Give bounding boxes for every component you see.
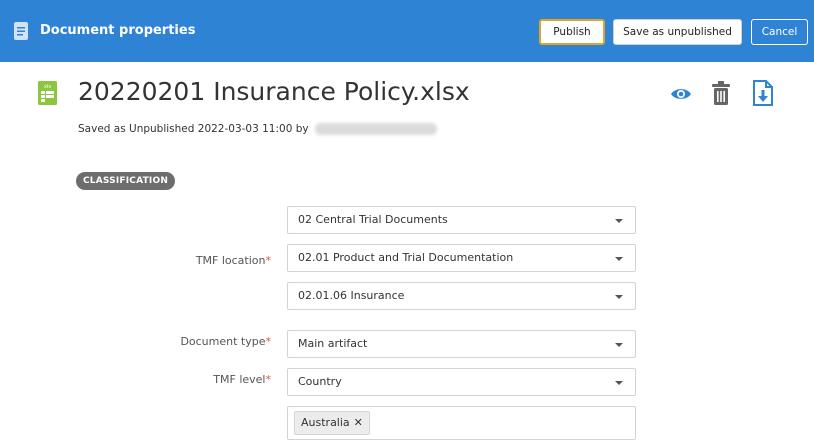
saved-status-text: Saved as Unpublished 2022-03-03 11:00 by bbox=[78, 123, 309, 135]
country-multiselect[interactable]: Australia ✕ bbox=[287, 406, 636, 440]
chevron-down-icon bbox=[615, 219, 623, 223]
chevron-down-icon bbox=[615, 343, 623, 347]
tmf-location-level3-select[interactable]: 02.01.06 Insurance bbox=[287, 282, 636, 310]
document-filename: 20220201 Insurance Policy.xlsx bbox=[78, 77, 470, 106]
tmf-level-value: Country bbox=[298, 375, 342, 388]
document-icon bbox=[14, 22, 28, 40]
tmf-location-level3-value: 02.01.06 Insurance bbox=[298, 289, 405, 302]
redacted-user-name bbox=[314, 123, 437, 135]
chevron-down-icon bbox=[615, 295, 623, 299]
svg-text:xls: xls bbox=[44, 84, 51, 90]
remove-chip-icon[interactable]: ✕ bbox=[354, 416, 363, 429]
tmf-level-select[interactable]: Country bbox=[287, 368, 636, 396]
country-chip-label: Australia bbox=[301, 416, 350, 429]
trash-icon[interactable] bbox=[712, 81, 730, 105]
chevron-down-icon bbox=[615, 257, 623, 261]
tmf-level-label: TMF level* bbox=[213, 373, 272, 386]
tmf-location-label: TMF location* bbox=[195, 254, 272, 267]
download-icon[interactable] bbox=[752, 80, 774, 106]
document-type-value: Main artifact bbox=[298, 337, 368, 350]
eye-icon[interactable] bbox=[670, 86, 692, 102]
saved-status: Saved as Unpublished 2022-03-03 11:00 by bbox=[78, 123, 437, 135]
document-type-label: Document type* bbox=[180, 335, 272, 348]
cancel-button[interactable]: Cancel bbox=[751, 19, 808, 45]
required-marker: * bbox=[265, 254, 272, 267]
tmf-location-level1-value: 02 Central Trial Documents bbox=[298, 213, 448, 226]
tmf-location-level1-select[interactable]: 02 Central Trial Documents bbox=[287, 206, 636, 234]
classification-badge: CLASSIFICATION bbox=[76, 172, 176, 190]
tmf-location-level2-select[interactable]: 02.01 Product and Trial Documentation bbox=[287, 244, 636, 272]
chevron-down-icon bbox=[615, 381, 623, 385]
publish-button[interactable]: Publish bbox=[539, 19, 605, 45]
document-type-select[interactable]: Main artifact bbox=[287, 330, 636, 358]
header-title: Document properties bbox=[40, 23, 196, 38]
tmf-location-level2-value: 02.01 Product and Trial Documentation bbox=[298, 251, 514, 264]
xlsx-file-icon: xls bbox=[38, 81, 57, 105]
required-marker: * bbox=[265, 373, 272, 386]
country-chip: Australia ✕ bbox=[294, 411, 370, 435]
save-as-unpublished-button[interactable]: Save as unpublished bbox=[613, 19, 742, 45]
required-marker: * bbox=[265, 335, 272, 348]
